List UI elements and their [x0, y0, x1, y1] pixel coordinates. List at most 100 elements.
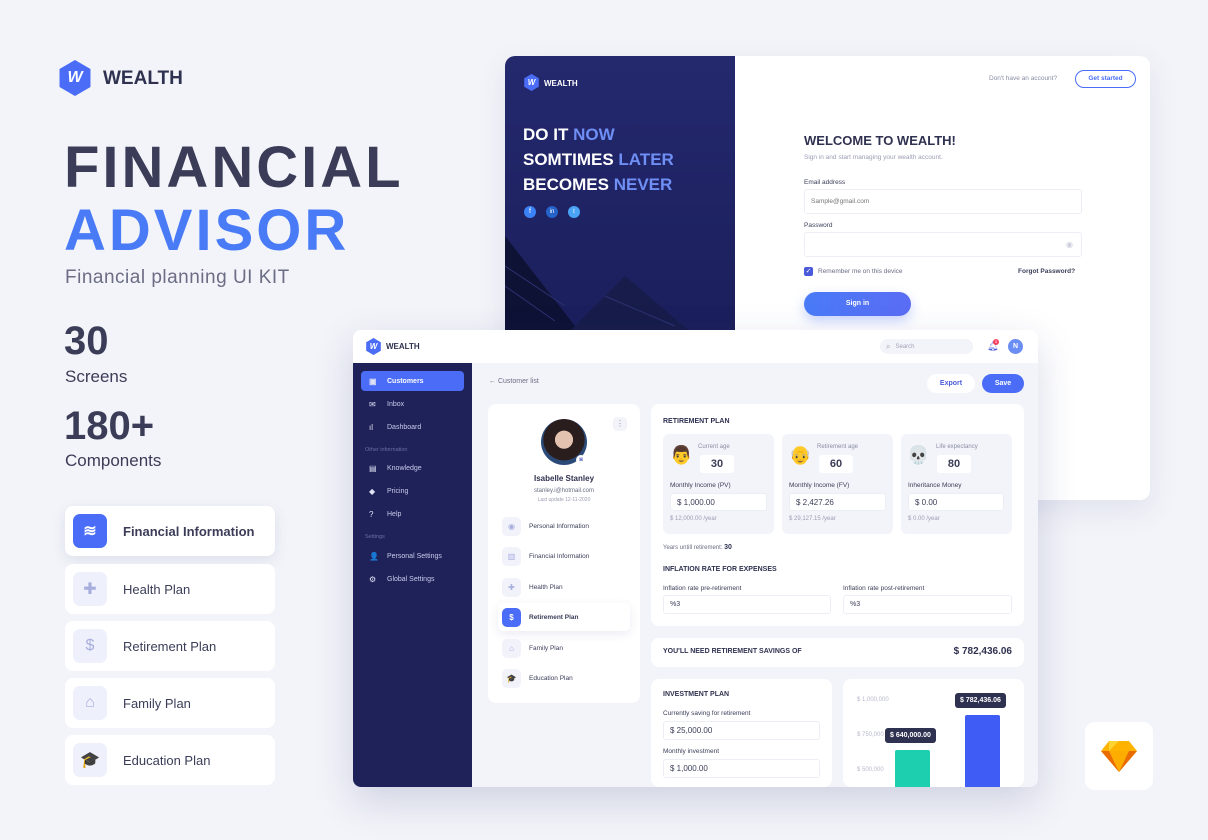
feature-retirement-plan[interactable]: $ Retirement Plan: [65, 621, 275, 671]
feature-financial-information[interactable]: ≋ Financial Information: [65, 506, 275, 556]
feature-education-plan[interactable]: 🎓 Education Plan: [65, 735, 275, 785]
user-circle-icon: ◉: [502, 516, 521, 536]
data-label: $ 640,000.00: [885, 728, 936, 744]
age-label: Current age: [698, 444, 730, 450]
graduation-cap-icon: 🎓: [502, 668, 521, 688]
income-label: Inheritance Money: [908, 482, 962, 489]
sidebar-item-dashboard[interactable]: ıl Dashboard: [361, 417, 464, 437]
profile-menu-personal-information[interactable]: ◉ Personal Information: [502, 516, 589, 536]
monthly-income-fv-input[interactable]: $ 2,427.26: [789, 493, 886, 511]
profile-menu-family-plan[interactable]: ⌂ Family Plan: [502, 638, 563, 658]
more-options-icon[interactable]: ⋮: [613, 417, 627, 431]
save-button[interactable]: Save: [982, 374, 1024, 393]
arrow-left-icon: ←: [489, 378, 498, 385]
search-icon: ⌕: [886, 341, 891, 351]
y-tick-label: $ 750,000: [857, 732, 884, 738]
notification-badge: 3: [993, 339, 999, 345]
back-to-customer-list[interactable]: ← Customer list: [489, 378, 539, 385]
export-button[interactable]: Export: [927, 374, 975, 393]
building-image: [505, 236, 695, 336]
sidebar-section-label: Settings: [365, 534, 385, 540]
sidebar-item-inbox[interactable]: ✉ Inbox: [361, 394, 464, 414]
no-account-text: Don't have an account?: [989, 75, 1058, 82]
savings-chart: $ 1,000,000 $ 750,000 $ 500,000 $ 640,00…: [843, 679, 1024, 787]
book-icon: ▤: [369, 463, 377, 473]
profile-menu-financial-information[interactable]: ▥ Financial Information: [502, 546, 589, 566]
retirement-age-value[interactable]: 60: [819, 455, 853, 473]
bar-current-savings: [895, 750, 930, 787]
login-subtitle: Sign in and start managing your wealth a…: [804, 154, 943, 161]
facebook-icon[interactable]: f: [524, 206, 536, 218]
gear-icon: ⚙: [369, 574, 377, 584]
inheritance-money-input[interactable]: $ 0.00: [908, 493, 1004, 511]
email-input[interactable]: [804, 189, 1082, 214]
user-settings-icon: 👤: [369, 551, 379, 561]
inflation-pre-input[interactable]: %3: [663, 595, 831, 614]
inflation-pre-label: Inflation rate pre-retirement: [663, 585, 742, 592]
twitter-icon[interactable]: t: [568, 206, 580, 218]
briefcase-dollar-icon: $: [502, 607, 521, 627]
briefcase-dollar-icon: $: [73, 629, 107, 663]
monthly-investment-input[interactable]: $ 1,000.00: [663, 759, 820, 778]
login-logo: W: [524, 74, 539, 91]
graduation-cap-icon: 🎓: [73, 743, 107, 777]
sign-in-button[interactable]: Sign in: [804, 292, 911, 316]
sidebar-item-pricing[interactable]: ◆ Pricing: [361, 481, 464, 501]
linkedin-icon[interactable]: in: [546, 206, 558, 218]
house-icon: ⌂: [502, 638, 521, 658]
plus-icon: ✚: [502, 577, 521, 597]
y-tick-label: $ 1,000,000: [857, 697, 889, 703]
profile-menu-health-plan[interactable]: ✚ Health Plan: [502, 577, 563, 597]
retirement-plan-title: RETIREMENT PLAN: [663, 418, 730, 425]
profile-name: Isabelle Stanley: [533, 474, 595, 483]
bar-needed-savings: [965, 715, 1000, 787]
bar-chart-icon: ıl: [369, 422, 373, 432]
login-title: WELCOME TO WEALTH!: [804, 133, 956, 148]
years-until-retirement: Years untill retirement: 30: [663, 544, 732, 551]
sidebar-item-customers[interactable]: ▣ Customers: [361, 371, 464, 391]
search-input[interactable]: ⌕ Search: [880, 339, 973, 354]
get-started-button[interactable]: Get started: [1075, 70, 1136, 88]
inflation-post-input[interactable]: %3: [843, 595, 1012, 614]
stat-components-label: Components: [65, 451, 162, 470]
inflation-post-label: Inflation rate post-retirement: [843, 585, 925, 592]
building-icon: ▥: [502, 546, 521, 566]
man-emoji-icon: 👨: [670, 445, 693, 465]
skull-emoji-icon: 💀: [907, 445, 930, 465]
old-man-emoji-icon: 👴: [789, 445, 812, 465]
income-label: Monthly Income (FV): [789, 482, 850, 489]
dashboard-brand: WEALTH: [386, 342, 420, 351]
password-input[interactable]: ◉: [804, 232, 1082, 257]
monthly-investment-label: Monthly investment: [663, 748, 719, 755]
current-age-value[interactable]: 30: [700, 455, 734, 473]
forgot-password-link[interactable]: Forgot Password?: [1018, 268, 1075, 275]
feature-health-plan[interactable]: ✚ Health Plan: [65, 564, 275, 614]
profile-menu-education-plan[interactable]: 🎓 Education Plan: [502, 668, 573, 688]
help-icon: ?: [369, 509, 374, 519]
eye-icon[interactable]: ◉: [1066, 240, 1073, 249]
remember-checkbox[interactable]: ✓: [804, 267, 813, 276]
hero-title-line1: FINANCIAL: [64, 135, 404, 200]
monthly-income-pv-input[interactable]: $ 1,000.00: [670, 493, 767, 511]
feature-family-plan[interactable]: ⌂ Family Plan: [65, 678, 275, 728]
sidebar-item-global-settings[interactable]: ⚙ Global Settings: [361, 569, 464, 589]
stat-screens-value: 30: [64, 319, 109, 363]
sidebar-section-label: Other information: [365, 447, 408, 453]
coins-icon: ≋: [73, 514, 107, 548]
age-label: Life expectancy: [936, 444, 978, 450]
camera-icon[interactable]: ◙: [576, 455, 586, 465]
sidebar-item-personal-settings[interactable]: 👤 Personal Settings: [361, 546, 464, 566]
current-saving-input[interactable]: $ 25,000.00: [663, 721, 820, 740]
savings-label: YOU'LL NEED RETIREMENT SAVINGS OF: [663, 648, 802, 655]
login-slogan: DO IT NOW SOMTIMES LATER BECOMES NEVER: [523, 125, 674, 194]
feature-label: Health Plan: [123, 581, 191, 597]
sidebar-item-knowledge[interactable]: ▤ Knowledge: [361, 458, 464, 478]
wealth-logo: W: [59, 60, 91, 96]
life-expectancy-value[interactable]: 80: [937, 455, 971, 473]
user-avatar[interactable]: N: [1008, 339, 1023, 354]
income-label: Monthly Income (PV): [670, 482, 731, 489]
sidebar-item-help[interactable]: ? Help: [361, 504, 464, 524]
remember-label: Remember me on this device: [818, 268, 903, 275]
profile-menu-retirement-plan[interactable]: $ Retirement Plan: [502, 607, 579, 627]
password-label: Password: [804, 222, 833, 229]
